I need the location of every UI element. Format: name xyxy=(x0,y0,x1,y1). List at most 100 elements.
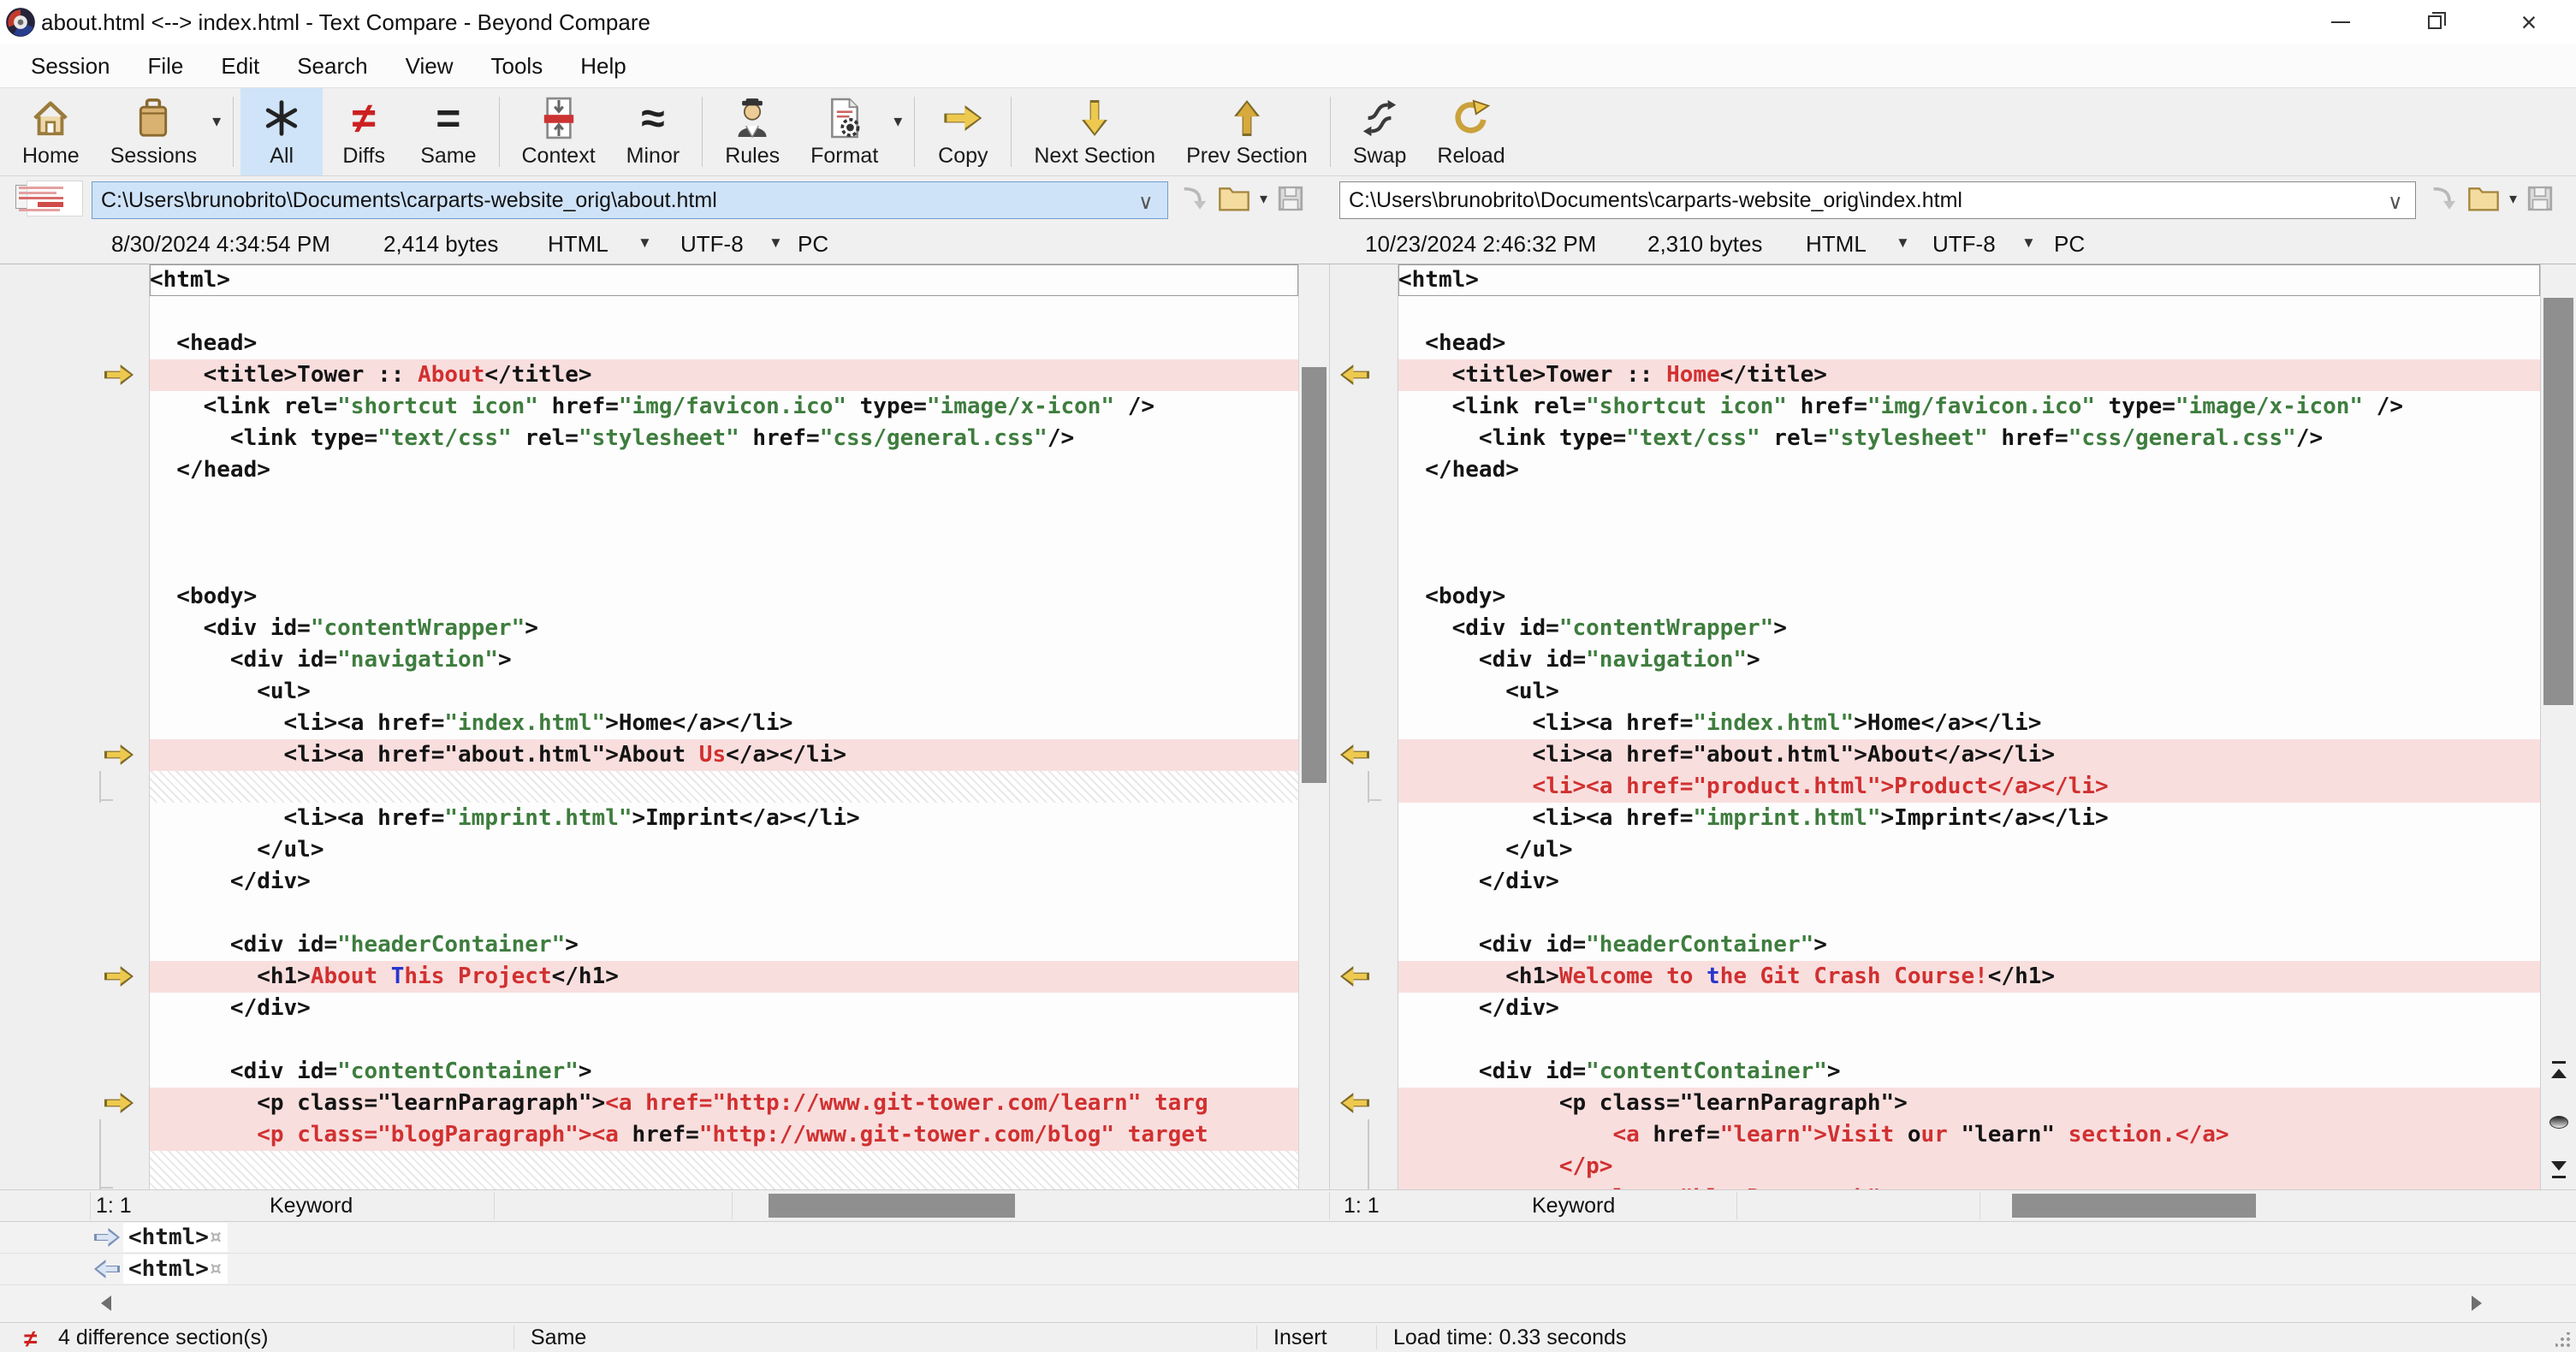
session-diff-icon[interactable] xyxy=(15,181,82,219)
left-gutter xyxy=(0,264,150,1189)
right-path-combo-icon[interactable]: ∨ xyxy=(2388,190,2403,215)
next-section-button[interactable]: Next Section xyxy=(1018,88,1171,175)
code-line: <div id="contentWrapper"> xyxy=(1398,615,1787,641)
scroll-left-icon[interactable] xyxy=(101,1296,111,1311)
right-scrollbar-thumb[interactable] xyxy=(2543,298,2573,705)
diff-section-marker-icon[interactable] xyxy=(1340,744,1369,765)
menu-view[interactable]: View xyxy=(387,48,472,85)
diff-section-marker-icon[interactable] xyxy=(104,744,134,765)
left-scrollbar-thumb[interactable] xyxy=(1302,367,1327,783)
right-hscrollbar-thumb[interactable] xyxy=(2012,1194,2256,1218)
diff-section-marker-icon[interactable] xyxy=(1340,365,1369,385)
menu-search[interactable]: Search xyxy=(278,48,386,85)
left-vertical-scrollbar[interactable] xyxy=(1298,264,1329,1189)
restore-button[interactable] xyxy=(2388,0,2482,44)
gutter-row xyxy=(0,549,149,581)
right-code-pane[interactable]: <html> <head> <title>Tower :: Home</titl… xyxy=(1398,264,2540,1189)
minor-button[interactable]: ≈ Minor xyxy=(611,88,696,175)
context-button[interactable]: Context xyxy=(507,88,611,175)
detail-row-right-line[interactable]: <html>¤ xyxy=(0,1254,2576,1285)
right-folder-dropdown-icon[interactable]: ▾ xyxy=(2509,190,2517,208)
resize-grip[interactable] xyxy=(2555,1332,2571,1348)
prev-section-button[interactable]: Prev Section xyxy=(1171,88,1323,175)
filter-diffs-button[interactable]: ≠ Diffs xyxy=(323,88,405,175)
diff-section-marker-icon[interactable] xyxy=(1340,1093,1369,1113)
right-file-path-input[interactable] xyxy=(1339,181,2416,219)
scroll-top-icon[interactable] xyxy=(2541,1061,2576,1078)
left-code-pane[interactable]: <html> <head> <title>Tower :: About</tit… xyxy=(150,264,1298,1189)
minimize-button[interactable] xyxy=(2294,0,2388,44)
filter-same-button[interactable]: = Same xyxy=(405,88,491,175)
menu-edit[interactable]: Edit xyxy=(202,48,278,85)
left-file-encoding[interactable]: UTF-8 xyxy=(680,231,744,258)
code-line: <h1>About This Project</h1> xyxy=(150,961,1298,993)
menu-file[interactable]: File xyxy=(129,48,203,85)
right-open-folder-icon[interactable] xyxy=(2466,184,2501,213)
left-path-combo-icon[interactable]: ∨ xyxy=(1138,190,1154,215)
reload-button[interactable]: Reload xyxy=(1422,88,1520,175)
left-file-path-input[interactable] xyxy=(92,181,1168,219)
code-line: <li><a href="about.html">About</a></li> xyxy=(1398,739,2540,771)
menu-session[interactable]: Session xyxy=(12,48,129,85)
detail-row-left-line[interactable]: <html>¤ xyxy=(0,1222,2576,1254)
right-file-size: 2,310 bytes xyxy=(1647,231,1763,257)
gutter-row xyxy=(0,328,149,359)
code-line: <li><a href="imprint.html">Imprint</a></… xyxy=(150,805,860,831)
gutter-row xyxy=(0,866,149,898)
copy-button[interactable]: Copy xyxy=(922,88,1004,175)
right-horizontal-scrollbar[interactable] xyxy=(1979,1192,2576,1219)
left-format-dropdown-icon[interactable]: ▼ xyxy=(638,234,652,252)
left-folder-dropdown-icon[interactable]: ▾ xyxy=(1260,190,1267,208)
right-format-dropdown-icon[interactable]: ▼ xyxy=(1896,234,1910,252)
right-save-icon[interactable] xyxy=(2526,184,2555,213)
close-button[interactable]: × xyxy=(2482,0,2576,44)
right-file-format[interactable]: HTML xyxy=(1806,231,1867,258)
code-line: </ul> xyxy=(1398,837,1573,863)
left-hscrollbar-thumb[interactable] xyxy=(769,1194,1015,1218)
left-open-folder-icon[interactable] xyxy=(1217,184,1251,213)
gutter-row xyxy=(0,898,149,929)
gutter-row xyxy=(0,708,149,739)
swap-button[interactable]: Swap xyxy=(1338,88,1422,175)
home-button[interactable]: Home xyxy=(7,88,95,175)
right-browse-parent-icon[interactable] xyxy=(2429,183,2458,214)
code-line: </ul> xyxy=(150,837,324,863)
right-file-encoding[interactable]: UTF-8 xyxy=(1932,231,1996,258)
diff-section-marker-icon[interactable] xyxy=(104,966,134,987)
scroll-here-icon[interactable] xyxy=(2541,1116,2576,1129)
format-dropdown-icon[interactable]: ▾ xyxy=(893,88,907,175)
gutter-row xyxy=(0,1151,149,1189)
scroll-bottom-icon[interactable] xyxy=(2541,1161,2576,1178)
filter-all-button[interactable]: All xyxy=(240,88,323,175)
gutter-row xyxy=(0,264,149,296)
menu-tools[interactable]: Tools xyxy=(472,48,562,85)
rules-button[interactable]: Rules xyxy=(709,88,795,175)
diff-section-marker-icon[interactable] xyxy=(1340,966,1369,987)
left-encoding-dropdown-icon[interactable]: ▼ xyxy=(769,234,783,252)
code-line: <li><a href="about.html">About Us</a></l… xyxy=(150,739,1298,771)
left-browse-parent-icon[interactable] xyxy=(1179,183,1208,214)
gutter-row xyxy=(0,993,149,1024)
menu-help[interactable]: Help xyxy=(561,48,644,85)
diff-section-marker-icon[interactable] xyxy=(104,1093,134,1113)
right-encoding-dropdown-icon[interactable]: ▼ xyxy=(2021,234,2036,252)
gutter-row xyxy=(0,644,149,676)
sessions-button[interactable]: Sessions xyxy=(95,88,212,175)
left-save-icon[interactable] xyxy=(1276,184,1305,213)
sessions-dropdown-icon[interactable]: ▾ xyxy=(212,88,226,175)
format-button[interactable]: Format xyxy=(795,88,893,175)
left-cursor-position: 1: 1 xyxy=(96,1194,132,1218)
left-horizontal-scrollbar[interactable] xyxy=(732,1192,1329,1219)
detail-horizontal-scrollbar[interactable] xyxy=(0,1285,2576,1321)
left-file-format[interactable]: HTML xyxy=(548,231,608,258)
right-vertical-scrollbar[interactable] xyxy=(2540,264,2576,1189)
gutter-row xyxy=(0,1056,149,1088)
compare-panes: <html> <head> <title>Tower :: About</tit… xyxy=(0,264,2576,1189)
scroll-right-icon[interactable] xyxy=(2472,1296,2482,1311)
diff-section-marker-icon[interactable] xyxy=(104,365,134,385)
right-grammar-element: Keyword xyxy=(1532,1194,1616,1218)
